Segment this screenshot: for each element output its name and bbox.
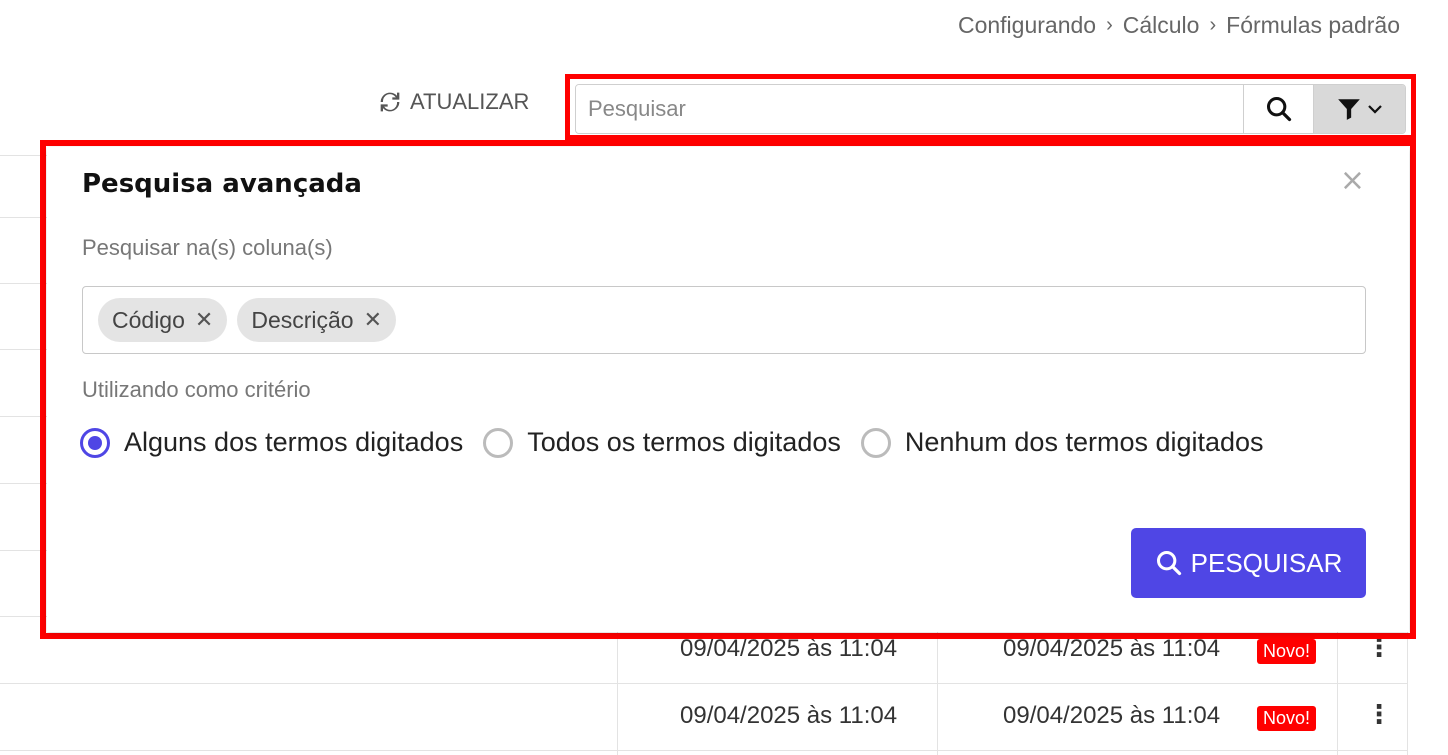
columns-label: Pesquisar na(s) coluna(s) <box>82 235 333 260</box>
chevron-down-icon <box>1367 105 1382 114</box>
table-row[interactable]: 09/04/2025 às 11:04 09/04/2025 às 11:04 … <box>0 684 1408 750</box>
chevron-right-icon: › <box>1106 14 1113 36</box>
table-divider <box>0 750 1408 751</box>
search-input[interactable] <box>576 85 1243 133</box>
more-options-icon[interactable]: ⋮ <box>1366 700 1392 730</box>
search-button[interactable] <box>1243 85 1313 133</box>
advanced-search-panel: Pesquisa avançada × Pesquisar na(s) colu… <box>47 147 1409 632</box>
chip-label: Código <box>112 306 185 333</box>
updated-date-cell: 09/04/2025 às 11:04 <box>1003 702 1221 729</box>
columns-multiselect[interactable]: Código ✕ Descrição ✕ <box>82 286 1366 354</box>
new-badge: Novo! <box>1257 639 1317 664</box>
search-submit-label: PESQUISAR <box>1190 547 1343 578</box>
search-bar-highlight <box>565 74 1416 140</box>
filter-toggle-button[interactable] <box>1313 85 1405 133</box>
refresh-button[interactable]: ATUALIZAR <box>376 88 529 116</box>
new-badge: Novo! <box>1257 706 1317 731</box>
chip-label: Descrição <box>251 306 354 333</box>
criteria-radio-group: Alguns dos termos digitados Todos os ter… <box>80 427 1264 458</box>
radio-all-terms[interactable]: Todos os termos digitados <box>483 427 841 458</box>
breadcrumb-item[interactable]: Configurando <box>958 12 1096 39</box>
radio-some-terms[interactable]: Alguns dos termos digitados <box>80 427 463 458</box>
created-date-cell: 09/04/2025 às 11:04 <box>680 702 898 729</box>
refresh-icon <box>380 92 400 112</box>
breadcrumb: Configurando › Cálculo › Fórmulas padrão <box>958 12 1400 39</box>
close-icon[interactable]: × <box>1340 163 1365 198</box>
radio-unchecked-icon <box>860 427 891 458</box>
refresh-label: ATUALIZAR <box>410 89 530 114</box>
radio-unchecked-icon <box>483 427 514 458</box>
search-submit-button[interactable]: PESQUISAR <box>1131 528 1366 598</box>
radio-no-terms[interactable]: Nenhum dos termos digitados <box>860 427 1264 458</box>
column-chip: Código ✕ <box>98 298 228 342</box>
panel-title: Pesquisa avançada <box>82 169 362 199</box>
filter-icon <box>1337 99 1360 120</box>
search-icon <box>1156 550 1181 576</box>
breadcrumb-item[interactable]: Cálculo <box>1123 12 1200 39</box>
updated-date-cell: 09/04/2025 às 11:04 <box>1003 635 1221 662</box>
search-icon <box>1266 96 1291 122</box>
radio-label: Nenhum dos termos digitados <box>904 427 1264 457</box>
radio-label: Todos os termos digitados <box>527 427 841 457</box>
chevron-right-icon: › <box>1209 14 1217 36</box>
remove-chip-icon[interactable]: ✕ <box>195 307 213 333</box>
remove-chip-icon[interactable]: ✕ <box>364 307 382 333</box>
criteria-label: Utilizando como critério <box>82 377 311 402</box>
search-bar <box>575 84 1406 134</box>
radio-label: Alguns dos termos digitados <box>124 427 464 457</box>
created-date-cell: 09/04/2025 às 11:04 <box>680 635 898 662</box>
column-chip: Descrição ✕ <box>237 298 397 342</box>
radio-checked-icon <box>80 427 110 458</box>
breadcrumb-item: Fórmulas padrão <box>1226 12 1400 38</box>
